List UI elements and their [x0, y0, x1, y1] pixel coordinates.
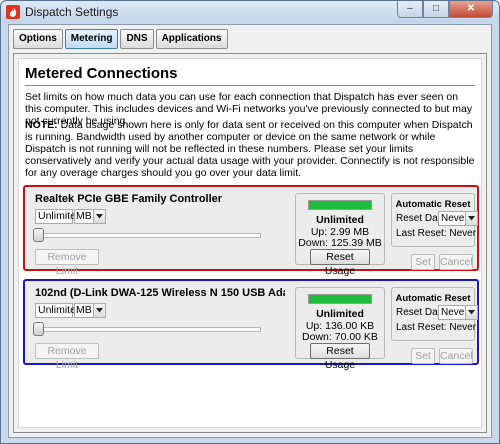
- last-reset-text: Last Reset: Never: [396, 228, 477, 239]
- dispatch-settings-window: Dispatch Settings – □ ✕ Options Metering…: [0, 0, 500, 444]
- heading-divider: [25, 85, 475, 86]
- usage-bar-fill: [309, 295, 371, 303]
- limit-slider-thumb[interactable]: [33, 322, 44, 336]
- tab-applications[interactable]: Applications: [155, 29, 228, 49]
- usage-box: Unlimited Up: 2.99 MB Down: 125.39 MB Re…: [295, 193, 385, 277]
- limit-input[interactable]: Unlimited: [35, 209, 82, 224]
- automatic-reset-title: Automatic Reset: [395, 293, 471, 304]
- unit-value: MB: [76, 210, 92, 222]
- connection-name: 102nd (D-Link DWA-125 Wireless N 150 USB…: [35, 287, 285, 299]
- usage-bar: [308, 294, 372, 304]
- set-button[interactable]: Set: [411, 254, 435, 270]
- usage-down: Down: 125.39 MB: [298, 237, 382, 249]
- metering-panel: Metered Connections Set limits on how mu…: [13, 53, 487, 433]
- connection-card: Realtek PCIe GBE Family Controller Unlim…: [23, 185, 479, 277]
- automatic-reset-box: Automatic Reset Reset Day: Never Last Re…: [391, 193, 478, 247]
- usage-bar: [308, 200, 372, 210]
- cancel-button[interactable]: Cancel: [439, 348, 473, 364]
- set-button[interactable]: Set: [411, 348, 435, 364]
- connection-card: 102nd (D-Link DWA-125 Wireless N 150 USB…: [23, 279, 479, 371]
- chevron-down-icon: [93, 304, 105, 317]
- reset-day-value: Never: [441, 213, 468, 224]
- flame-icon: [6, 5, 20, 19]
- tab-metering[interactable]: Metering: [64, 29, 119, 49]
- tab-options[interactable]: Options: [13, 29, 63, 49]
- tab-bar: Options Metering DNS Applications: [13, 29, 228, 49]
- automatic-reset-title: Automatic Reset: [395, 199, 471, 210]
- limit-slider-track[interactable]: [35, 327, 261, 332]
- reset-day-value: Never: [441, 307, 468, 318]
- chevron-down-icon: [465, 306, 477, 319]
- remove-limit-button[interactable]: Remove Limit: [35, 343, 99, 371]
- limit-slider-track[interactable]: [35, 233, 261, 238]
- last-reset-text: Last Reset: Never: [396, 322, 477, 333]
- reset-usage-button[interactable]: Reset Usage: [310, 249, 370, 277]
- metering-content: Metered Connections Set limits on how mu…: [18, 58, 482, 428]
- reset-day-select[interactable]: Never: [438, 211, 478, 226]
- maximize-button[interactable]: □: [423, 1, 449, 18]
- usage-title: Unlimited: [316, 308, 364, 320]
- note-body: Data usage shown here is only for data s…: [25, 119, 475, 179]
- tab-dns[interactable]: DNS: [120, 29, 154, 49]
- reset-usage-button[interactable]: Reset Usage: [310, 343, 370, 371]
- window-client-area: Options Metering DNS Applications Metere…: [8, 24, 492, 438]
- limit-slider-thumb[interactable]: [33, 228, 44, 242]
- close-button[interactable]: ✕: [449, 1, 493, 18]
- usage-bar-fill: [309, 201, 371, 209]
- automatic-reset-box: Automatic Reset Reset Day: Never Last Re…: [391, 287, 478, 341]
- chevron-down-icon: [465, 212, 477, 225]
- usage-box: Unlimited Up: 136.00 KB Down: 70.00 KB R…: [295, 287, 385, 371]
- window-title: Dispatch Settings: [25, 5, 119, 19]
- title-bar[interactable]: Dispatch Settings – □ ✕: [1, 1, 499, 23]
- unit-select[interactable]: MB: [74, 209, 106, 224]
- chevron-down-icon: [93, 210, 105, 223]
- unit-select[interactable]: MB: [74, 303, 106, 318]
- cancel-button[interactable]: Cancel: [439, 254, 473, 270]
- limit-input[interactable]: Unlimited: [35, 303, 82, 318]
- usage-title: Unlimited: [316, 214, 364, 226]
- unit-value: MB: [76, 304, 92, 316]
- remove-limit-button[interactable]: Remove Limit: [35, 249, 99, 277]
- reset-day-select[interactable]: Never: [438, 305, 478, 320]
- note-label: NOTE:: [25, 119, 58, 131]
- page-title: Metered Connections: [25, 65, 178, 82]
- usage-down: Down: 70.00 KB: [302, 331, 378, 343]
- minimize-button[interactable]: –: [397, 1, 423, 18]
- note-text: NOTE: Data usage shown here is only for …: [25, 119, 477, 179]
- connection-name: Realtek PCIe GBE Family Controller: [35, 193, 223, 205]
